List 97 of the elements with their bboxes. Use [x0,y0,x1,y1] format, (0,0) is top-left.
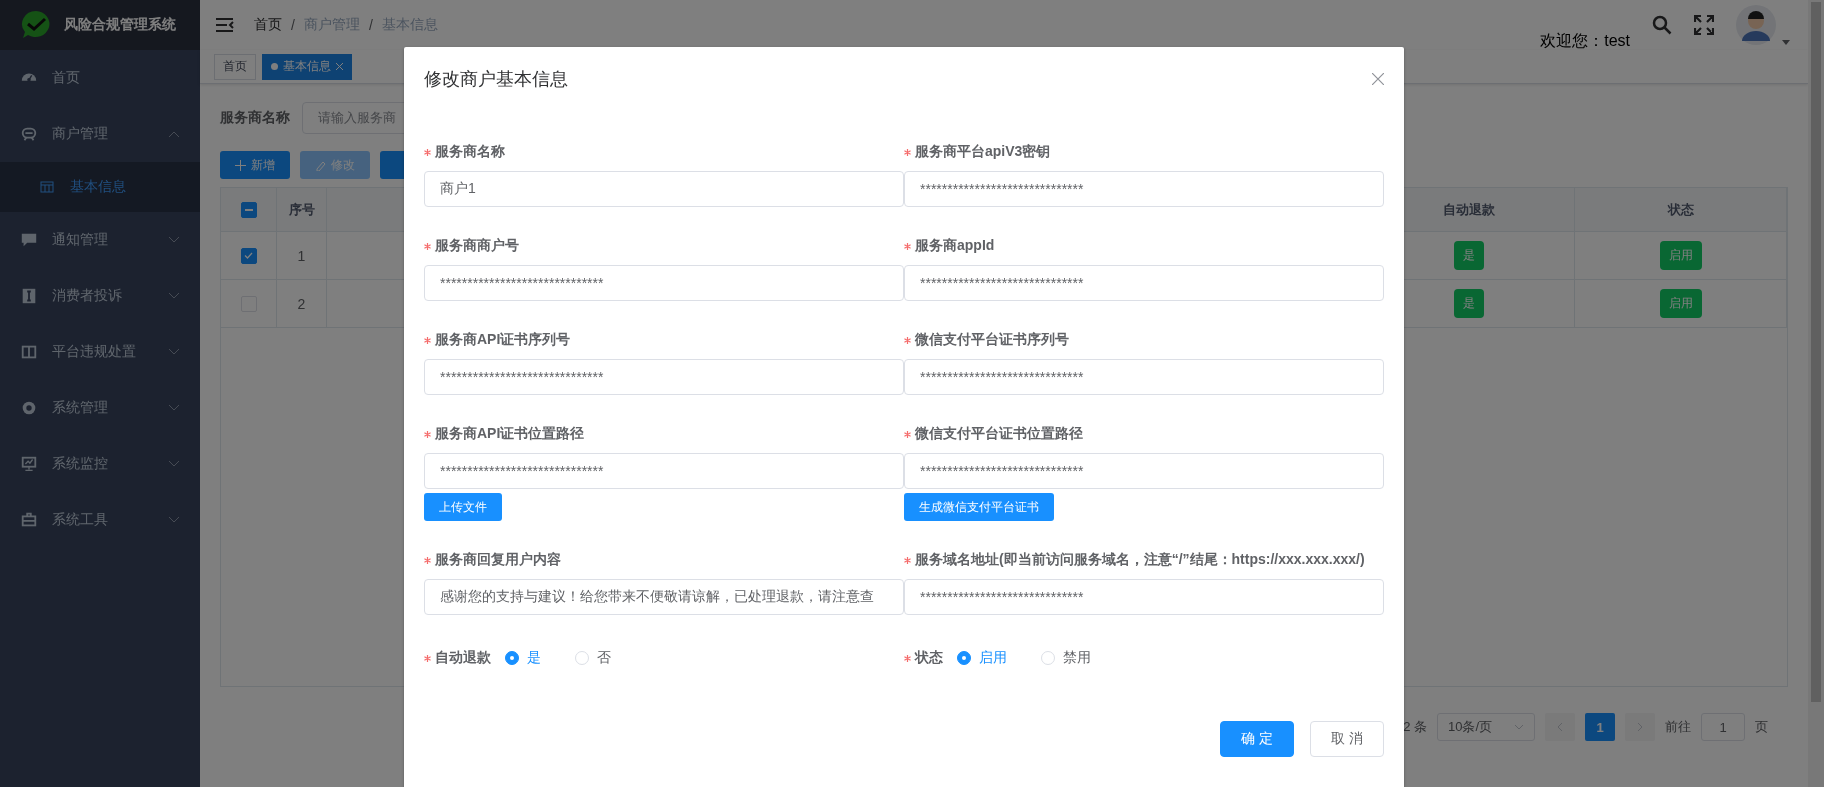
column-header: 序号 [277,188,327,231]
close-icon[interactable] [1372,73,1384,85]
radio-label[interactable]: 是 [527,649,541,667]
select-all-checkbox[interactable] [240,201,257,218]
input-field[interactable]: ****************************** [904,359,1384,395]
dot-icon [271,63,278,70]
monitor-icon [20,455,38,473]
sidebar-item[interactable]: 商户管理 [0,106,200,162]
table-icon [40,181,54,193]
sidebar-item[interactable]: 系统管理 [0,380,200,436]
radio-button[interactable] [957,651,971,665]
toolbox-icon [20,511,38,529]
check-icon [244,252,253,259]
field-label: 服务商API证书位置路径 [435,425,585,443]
field-label: 服务域名地址(即当前访问服务域名，注意“/”结尾：https://xxx.xxx.xxx/) [915,551,1365,569]
goto-page-field[interactable]: 1 [1701,713,1745,741]
field-label: 服务商appId [915,237,995,255]
input-field[interactable]: ****************************** [904,579,1384,615]
logo-icon [20,9,52,41]
input-field[interactable]: ****************************** [424,453,904,489]
input-field[interactable]: ****************************** [904,265,1384,301]
sidebar-item[interactable]: 通知管理 [0,212,200,268]
fullscreen-icon[interactable] [1694,15,1714,35]
input-field[interactable]: 感谢您的支持与建议！给您带来不便敬请谅解，已处理退款，请注意查 [424,579,904,615]
goto-label: 前往 [1665,718,1691,736]
radio-label[interactable]: 否 [597,649,611,667]
chevron-icon [168,236,180,244]
app-title: 风险合规管理系统 [64,16,176,34]
welcome-text: 欢迎您：test [1540,30,1630,51]
text-box-icon [20,287,38,305]
page-size-select[interactable]: 10条/页 [1437,713,1535,741]
goto-suffix: 页 [1755,718,1768,736]
sidebar-item[interactable]: 平台违规处置 [0,324,200,380]
breadcrumb-separator: / [291,17,295,33]
input-field[interactable]: 商户1 [424,171,904,207]
sidebar-subitem[interactable]: 基本信息 [0,162,200,212]
input-field[interactable]: ****************************** [424,265,904,301]
chevron-icon [168,130,180,138]
field-label: 微信支付平台证书位置路径 [915,425,1083,443]
chevron-icon [168,348,180,356]
field-label: 微信支付平台证书序列号 [915,331,1069,349]
search-icon[interactable] [1652,15,1672,35]
radio-label[interactable]: 启用 [979,649,1007,667]
status-tag: 是 [1453,241,1484,270]
menu-icon[interactable] [216,17,234,33]
sidebar-item[interactable]: 系统工具 [0,492,200,548]
action-button[interactable]: 上传文件 [424,493,502,521]
input-field[interactable]: ****************************** [424,359,904,395]
pencil-icon [315,159,326,171]
plus-icon [235,159,246,171]
input-field[interactable]: ****************************** [904,171,1384,207]
chevron-icon [168,292,180,300]
tab[interactable]: 基本信息 [262,53,352,80]
sidebar-item[interactable]: 系统监控 [0,436,200,492]
breadcrumb-separator: / [368,17,373,33]
sidebar-item[interactable]: 消费者投诉 [0,268,200,324]
search-label: 服务商名称 [220,109,290,127]
status-tag: 启用 [1659,289,1702,318]
confirm-button[interactable]: 确 定 [1220,721,1295,757]
field-label: 服务商名称 [435,143,505,161]
chevron-icon [168,460,180,468]
input-field[interactable]: ****************************** [904,453,1384,489]
status-tag: 是 [1453,289,1484,318]
chevron-icon [168,516,180,524]
radio-button[interactable] [505,651,519,665]
radio-label[interactable]: 禁用 [1063,649,1091,667]
gear-icon [20,399,38,417]
field-label: 服务商商户号 [435,237,519,255]
field-label: 服务商API证书序列号 [435,331,571,349]
avatar[interactable] [1736,5,1776,45]
robot-icon [20,125,38,143]
field-label: 状态 [915,649,943,667]
chevron-icon [1557,722,1563,732]
tab[interactable]: 首页 [214,53,256,80]
table-cell: 2 [277,280,327,327]
cancel-button[interactable]: 取 消 [1310,721,1384,757]
page-button[interactable]: 1 [1585,713,1615,741]
status-tag: 启用 [1659,241,1702,270]
action-button[interactable]: 生成微信支付平台证书 [904,493,1054,521]
scrollbar[interactable] [1808,0,1824,787]
table-cell: 1 [277,232,327,279]
caret-icon[interactable] [1782,40,1790,45]
add-button[interactable]: 新增 [220,151,290,179]
minus-icon [244,208,253,211]
sidebar-item[interactable]: 首页 [0,50,200,106]
breadcrumb-item[interactable]: 首页 [254,16,282,34]
chevron-icon [1637,722,1643,732]
column-header: 状态 [1575,188,1787,231]
field-label: 服务商回复用户内容 [435,551,561,569]
field-label: 服务商平台apiV3密钥 [915,143,1051,161]
field-label: 自动退款 [435,649,491,667]
chevron-icon [1514,724,1524,730]
columns-icon [20,343,38,361]
total-count: 2 条 [1403,718,1427,736]
dialog-title: 修改商户基本信息 [424,68,568,91]
row-checkbox[interactable] [240,247,257,264]
chevron-icon [168,404,180,412]
